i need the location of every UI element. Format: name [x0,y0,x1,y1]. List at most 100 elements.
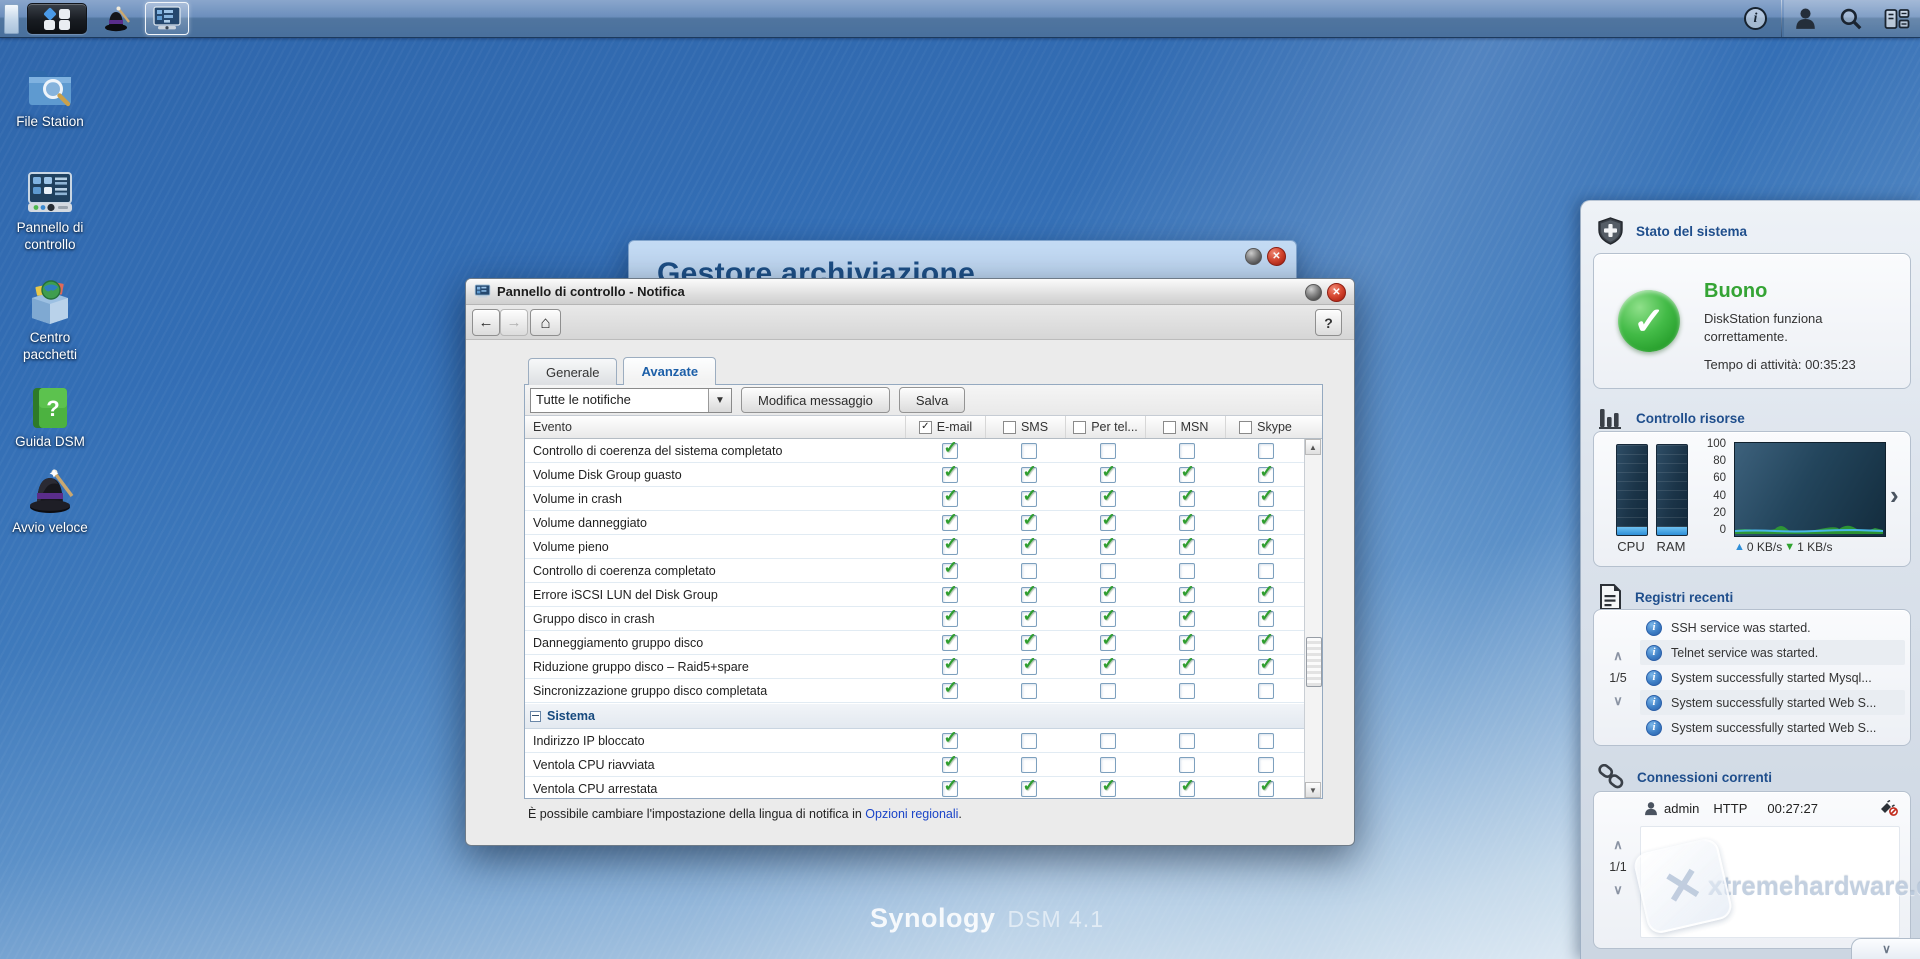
show-desktop-button[interactable] [4,3,19,34]
forward-button[interactable]: → [500,309,528,336]
notify-checkbox-msn[interactable] [1178,486,1195,507]
notify-checkbox-email[interactable] [941,558,958,579]
notify-checkbox-msn[interactable] [1178,582,1195,603]
notify-checkbox-pertel[interactable] [1099,534,1116,555]
vertical-scrollbar[interactable]: ▲ ▼ [1304,439,1322,798]
notify-checkbox-pertel[interactable] [1099,582,1116,603]
notify-checkbox-sms[interactable] [1020,582,1037,603]
taskbar-app-quick-start[interactable] [95,3,137,34]
pager-up-icon[interactable]: ∧ [1613,838,1623,851]
notify-checkbox-email[interactable] [941,439,958,459]
column-header-pertel[interactable]: Per tel... [1065,416,1145,438]
desktop-icon-control-panel[interactable]: Pannello di controllo [2,170,98,254]
notify-checkbox-pertel[interactable] [1099,630,1116,651]
notify-checkbox-sms[interactable] [1020,776,1037,797]
pager-down-icon[interactable]: ∨ [1613,883,1623,896]
notify-checkbox-pertel[interactable] [1099,606,1116,627]
collapse-icon[interactable] [530,710,541,722]
notify-checkbox-email[interactable] [941,486,958,507]
notify-checkbox-skype[interactable] [1257,534,1274,555]
edit-message-button[interactable]: Modifica messaggio [741,387,890,413]
notify-checkbox-email[interactable] [941,462,958,483]
notify-checkbox-email[interactable] [941,752,958,773]
notify-checkbox-skype[interactable] [1257,562,1274,579]
notify-checkbox-msn[interactable] [1178,534,1195,555]
desktop-icon-quick-start[interactable]: Avvio veloce [2,466,98,537]
column-checkbox[interactable] [1162,420,1176,434]
notify-checkbox-sms[interactable] [1020,510,1037,531]
disconnect-icon[interactable] [1879,800,1898,816]
notify-checkbox-sms[interactable] [1020,682,1037,699]
notify-checkbox-pertel[interactable] [1099,442,1116,459]
notify-checkbox-skype[interactable] [1257,630,1274,651]
info-icon[interactable]: i [1744,7,1767,30]
notify-checkbox-msn[interactable] [1178,606,1195,627]
notify-checkbox-msn[interactable] [1178,510,1195,531]
log-item[interactable]: i System successfully started Mysql... [1640,665,1905,690]
notify-checkbox-email[interactable] [941,606,958,627]
notify-checkbox-email[interactable] [941,582,958,603]
table-row[interactable]: Gruppo disco in crash [525,606,1305,631]
notify-checkbox-pertel[interactable] [1099,732,1116,749]
notify-checkbox-sms[interactable] [1020,756,1037,773]
close-icon[interactable]: ✕ [1327,283,1346,302]
notify-checkbox-email[interactable] [941,728,958,749]
window-titlebar[interactable]: Pannello di controllo - Notifica ✕ [466,279,1354,305]
table-row[interactable]: Controllo di coerenza completato [525,558,1305,583]
scroll-down-icon[interactable]: ▼ [1305,782,1321,798]
notify-checkbox-email[interactable] [941,654,958,675]
column-header-email[interactable]: ✓ E-mail [905,416,985,438]
taskbar-app-control-panel[interactable] [145,2,189,35]
column-checkbox[interactable] [1002,420,1016,434]
notify-checkbox-sms[interactable] [1020,462,1037,483]
notify-checkbox-email[interactable] [941,534,958,555]
notify-checkbox-msn[interactable] [1178,630,1195,651]
notify-checkbox-pertel[interactable] [1099,776,1116,797]
column-header-sms[interactable]: SMS [985,416,1065,438]
home-button[interactable]: ⌂ [530,309,561,336]
pilot-view-icon[interactable] [1884,8,1910,30]
notify-checkbox-skype[interactable] [1257,682,1274,699]
table-row[interactable]: Indirizzo IP bloccato [525,728,1305,753]
resource-monitor-card[interactable]: CPU RAM 100 80 60 40 20 0 ▲ 0 KB/s ▼ 1 KB/s › [1593,431,1911,567]
back-button[interactable]: ← [472,309,500,336]
main-menu-button[interactable] [27,3,87,34]
notify-checkbox-msn[interactable] [1178,562,1195,579]
tab-generale[interactable]: Generale [528,358,618,385]
notify-checkbox-skype[interactable] [1257,442,1274,459]
table-row[interactable]: Volume danneggiato [525,510,1305,535]
tab-avanzate[interactable]: Avanzate [623,357,717,385]
notify-checkbox-msn[interactable] [1178,442,1195,459]
notify-checkbox-msn[interactable] [1178,756,1195,773]
help-button[interactable]: ? [1315,309,1342,336]
notify-checkbox-skype[interactable] [1257,462,1274,483]
notify-checkbox-pertel[interactable] [1099,462,1116,483]
column-checkbox[interactable] [1073,420,1087,434]
notify-checkbox-skype[interactable] [1257,732,1274,749]
minimize-button[interactable] [1245,248,1262,265]
notify-checkbox-msn[interactable] [1178,776,1195,797]
column-header-skype[interactable]: Skype [1225,416,1305,438]
group-row[interactable]: Sistema [525,703,1305,729]
user-icon[interactable] [1794,7,1817,30]
column-checkbox[interactable] [1239,420,1253,434]
sidebar-collapse-button[interactable]: ∨ [1851,938,1920,959]
notify-checkbox-msn[interactable] [1178,462,1195,483]
notify-checkbox-skype[interactable] [1257,582,1274,603]
table-row[interactable]: Ventola CPU arrestata [525,776,1305,798]
notify-checkbox-sms[interactable] [1020,534,1037,555]
notify-checkbox-sms[interactable] [1020,654,1037,675]
notify-checkbox-skype[interactable] [1257,486,1274,507]
notify-checkbox-email[interactable] [941,776,958,797]
notify-checkbox-sms[interactable] [1020,732,1037,749]
notify-checkbox-pertel[interactable] [1099,654,1116,675]
log-item[interactable]: i SSH service was started. [1640,615,1905,640]
log-item[interactable]: i Telnet service was started. [1640,640,1905,665]
minimize-button[interactable] [1305,284,1322,301]
table-row[interactable]: Ventola CPU riavviata [525,752,1305,777]
notify-checkbox-skype[interactable] [1257,654,1274,675]
notify-checkbox-skype[interactable] [1257,510,1274,531]
search-icon[interactable] [1839,7,1862,30]
column-header-msn[interactable]: MSN [1145,416,1225,438]
table-row[interactable]: Volume in crash [525,486,1305,511]
